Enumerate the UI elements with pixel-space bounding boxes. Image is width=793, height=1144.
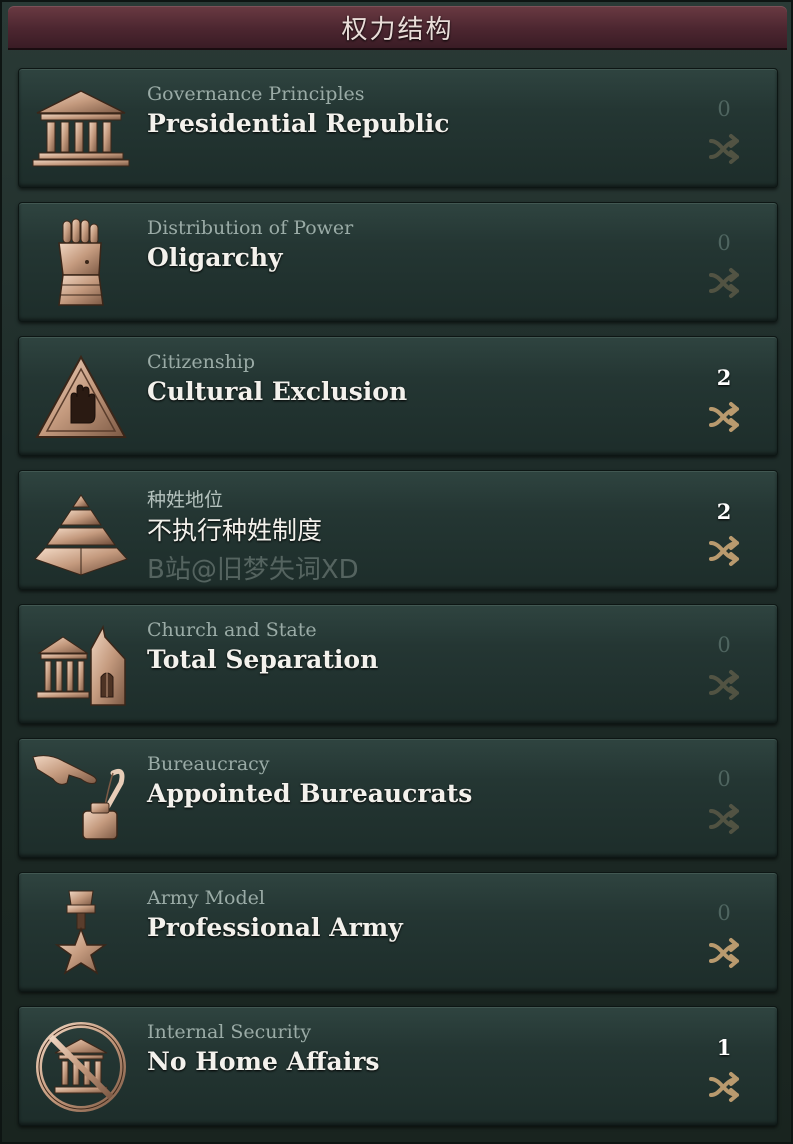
law-row-internal-security[interactable]: Internal Security No Home Affairs 1	[18, 1006, 778, 1126]
swap-law-button[interactable]	[707, 131, 747, 167]
swap-law-button[interactable]	[707, 801, 747, 837]
parliament-building-icon	[29, 83, 133, 175]
swap-icon	[709, 268, 739, 298]
law-category: Army Model	[147, 887, 265, 909]
church-and-state-icon	[29, 619, 133, 711]
law-row-caste-status[interactable]: 种姓地位 不执行种姓制度 B站@旧梦失词XD 2	[18, 470, 778, 590]
law-category: Citizenship	[147, 351, 256, 373]
swap-law-button[interactable]	[707, 399, 747, 435]
law-count: 1	[716, 1035, 732, 1060]
law-row-distribution-of-power[interactable]: Distribution of Power Oligarchy 0	[18, 202, 778, 322]
law-value: Presidential Republic	[147, 109, 450, 138]
law-count: 2	[716, 499, 732, 524]
swap-law-button[interactable]	[707, 265, 747, 301]
law-count: 0	[717, 231, 731, 255]
swap-icon	[709, 402, 739, 432]
raised-hand-warning-icon	[29, 351, 133, 443]
swap-icon	[709, 536, 739, 566]
star-medal-icon	[29, 887, 133, 979]
prohibited-building-icon	[29, 1021, 133, 1113]
swap-icon	[709, 670, 739, 700]
law-value: No Home Affairs	[147, 1047, 380, 1076]
panel-title: 权力结构	[341, 14, 454, 45]
law-category: Bureaucracy	[147, 753, 270, 775]
law-value: Appointed Bureaucrats	[147, 779, 473, 808]
quill-and-ink-icon	[29, 753, 133, 845]
swap-law-button[interactable]	[707, 935, 747, 971]
law-count: 0	[717, 767, 731, 791]
swap-law-button[interactable]	[707, 1069, 747, 1105]
swap-law-button[interactable]	[707, 533, 747, 569]
law-category: Distribution of Power	[147, 217, 354, 239]
law-row-governance-principles[interactable]: Governance Principles Presidential Repub…	[18, 68, 778, 188]
watermark-text: B站@旧梦失词XD	[147, 555, 359, 585]
swap-icon	[709, 1072, 739, 1102]
gauntlet-icon	[29, 217, 133, 309]
law-row-church-and-state[interactable]: Church and State Total Separation 0	[18, 604, 778, 724]
swap-law-button[interactable]	[707, 667, 747, 703]
law-row-bureaucracy[interactable]: Bureaucracy Appointed Bureaucrats 0	[18, 738, 778, 858]
law-value: Total Separation	[147, 645, 379, 674]
panel-title-bar: 权力结构	[8, 6, 787, 50]
power-structure-panel: 权力结构 Governance Principles Presidential …	[0, 0, 793, 1144]
swap-icon	[709, 938, 739, 968]
law-count: 0	[717, 633, 731, 657]
law-category: Internal Security	[147, 1021, 312, 1043]
law-value: Professional Army	[147, 913, 403, 942]
law-value: Cultural Exclusion	[147, 377, 408, 406]
law-category: 种姓地位	[147, 489, 224, 511]
law-value: 不执行种姓制度	[147, 516, 323, 545]
law-category: Governance Principles	[147, 83, 365, 105]
law-count: 2	[716, 365, 732, 390]
law-count: 0	[717, 901, 731, 925]
law-value: Oligarchy	[147, 243, 283, 272]
pyramid-icon	[29, 485, 133, 577]
swap-icon	[709, 804, 739, 834]
law-count: 0	[717, 97, 731, 121]
law-row-citizenship[interactable]: Citizenship Cultural Exclusion 2	[18, 336, 778, 456]
swap-icon	[709, 134, 739, 164]
law-row-army-model[interactable]: Army Model Professional Army 0	[18, 872, 778, 992]
law-category: Church and State	[147, 619, 317, 641]
